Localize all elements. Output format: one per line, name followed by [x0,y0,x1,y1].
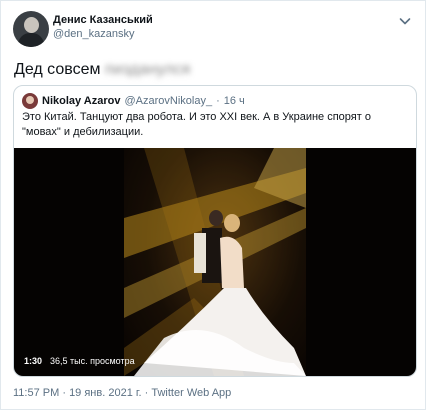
quoted-time: 16 ч [223,95,245,107]
tweet-date[interactable]: 19 янв. 2021 г. [69,387,142,399]
tweet-meta: 11:57 PM · 19 янв. 2021 г. · Twitter Web… [13,387,231,399]
quoted-author-name: Nikolay Azarov [42,95,121,107]
chevron-down-icon[interactable] [397,13,413,29]
quoted-header: Nikolay Azarov @AzarovNikolay_ · 16 ч [22,93,245,109]
avatar-body [18,33,44,47]
video-duration: 1:30 [24,356,43,366]
avatar-face [24,17,39,33]
tweet-source[interactable]: Twitter Web App [151,387,231,399]
tweet-text-visible: Дед совсем [14,61,101,78]
author-handle[interactable]: @den_kazansky [53,27,153,41]
author-block: Денис Казанський @den_kazansky [53,13,153,41]
quoted-separator: · [216,95,220,107]
meta-separator-2: · [141,387,152,399]
author-avatar[interactable] [13,11,49,47]
tweet-time[interactable]: 11:57 PM [13,387,59,399]
tweet-text: Дед совсем пизданулся [14,60,190,80]
quoted-tweet[interactable]: Nikolay Azarov @AzarovNikolay_ · 16 ч Эт… [13,85,417,377]
meta-separator-1: · [59,387,70,399]
quoted-avatar [22,93,38,109]
tweet-text-blurred: пизданулся [104,61,191,78]
author-name[interactable]: Денис Казанський [53,13,153,27]
video-views: 36,5 тыс. просмотра [50,356,135,366]
tweet-card: Денис Казанський @den_kazansky Дед совсе… [0,0,426,410]
quoted-text: Это Китай. Танцуют два робота. И это XXI… [22,111,371,138]
video-player[interactable]: 1:30 36,5 тыс. просмотра [14,148,416,376]
quoted-author-handle: @AzarovNikolay_ [124,95,213,107]
video-frame [124,148,306,376]
